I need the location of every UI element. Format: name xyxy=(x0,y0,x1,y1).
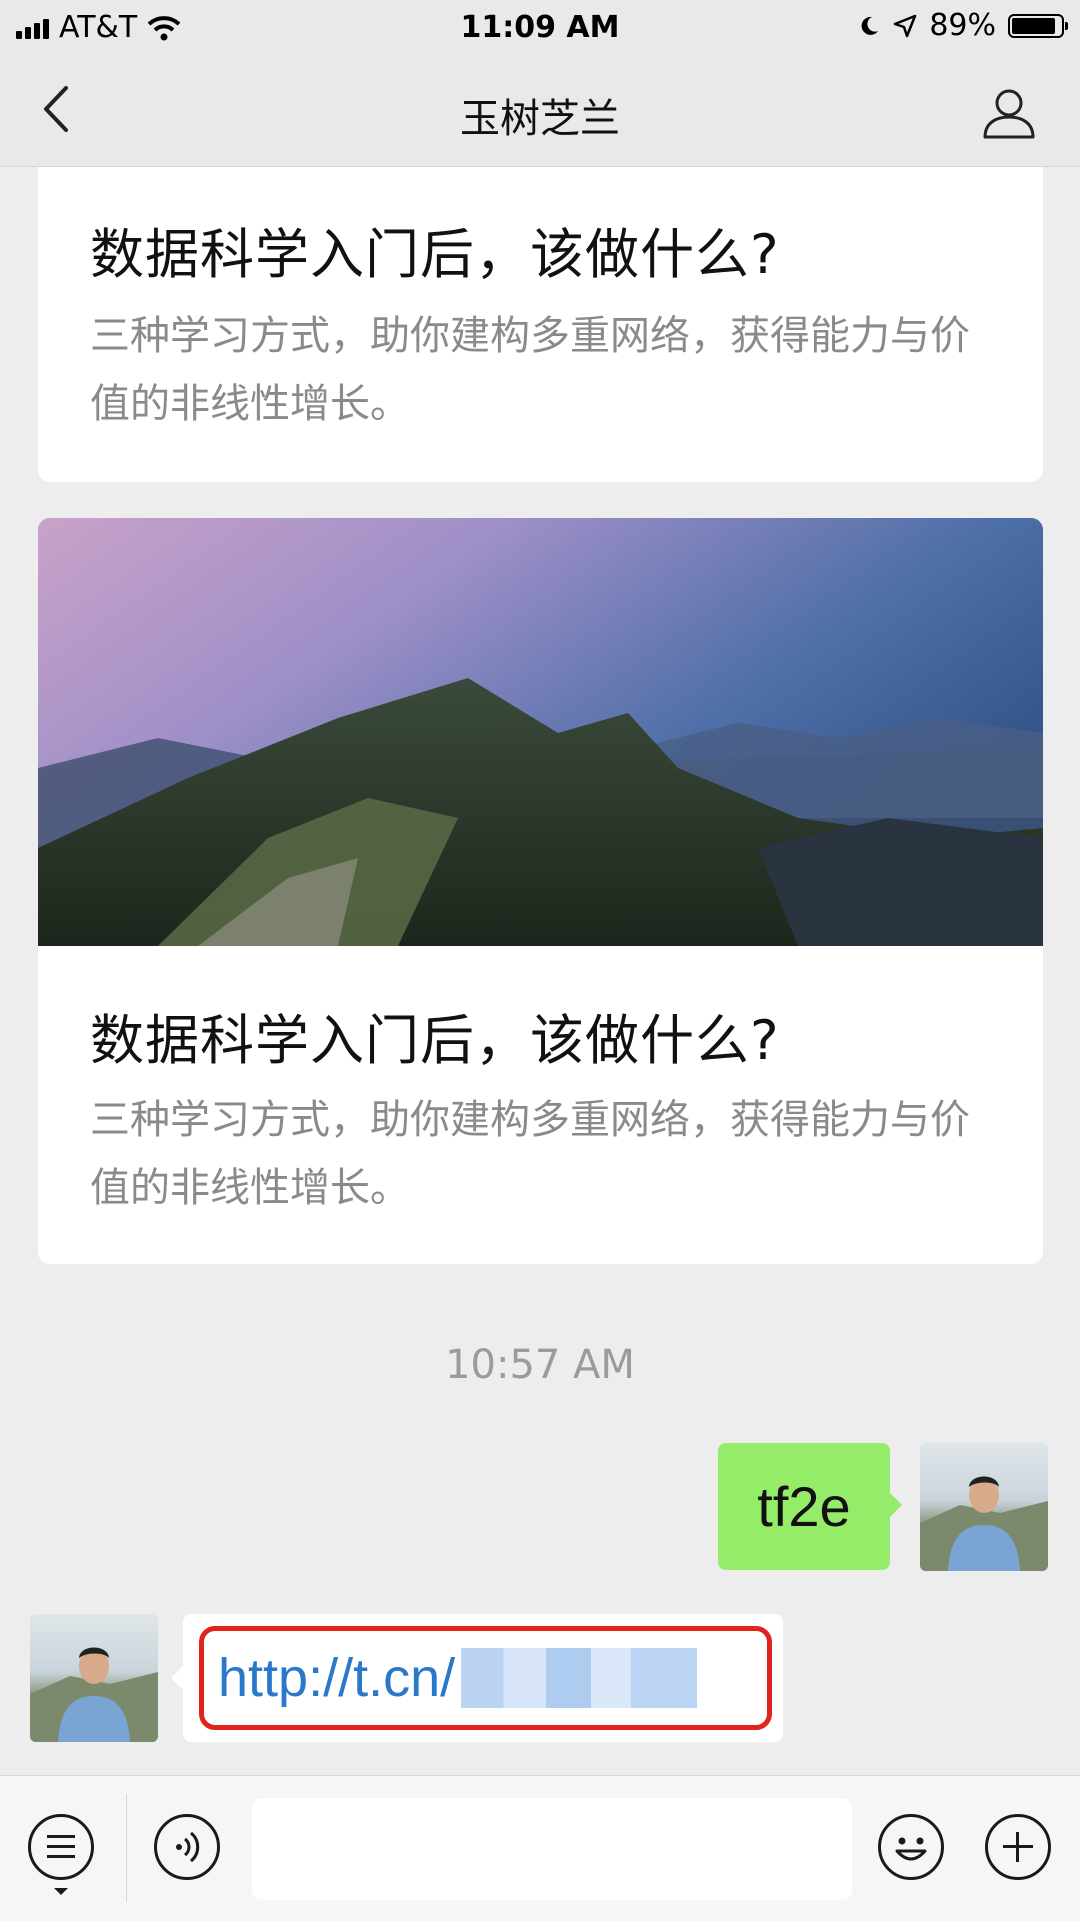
battery-percent: 89% xyxy=(929,8,996,43)
article-title: 数据科学入门后，该做什么? xyxy=(90,223,780,286)
message-input[interactable] xyxy=(252,1798,852,1900)
avatar[interactable] xyxy=(920,1443,1048,1571)
article-title: 数据科学入门后，该做什么? xyxy=(90,1009,780,1072)
caret-down-icon xyxy=(54,1888,68,1895)
article-description: 三种学习方式，助你建构多重网络，获得能力与价值的非线性增长。 xyxy=(90,313,970,427)
battery-icon xyxy=(1008,13,1068,38)
message-text: tf2e xyxy=(757,1475,851,1538)
nav-bar: 玉树芝兰 xyxy=(0,56,1080,166)
article-card[interactable]: 数据科学入门后，该做什么? 三种学习方式，助你建构多重网络，获得能力与价值的非线… xyxy=(38,150,1043,482)
smiley-face-icon xyxy=(895,1837,927,1861)
article-cover-image xyxy=(38,518,1043,946)
chat-title: 玉树芝兰 xyxy=(460,96,620,142)
moon-icon xyxy=(861,16,879,35)
mountain-illustration xyxy=(38,518,1043,946)
avatar[interactable] xyxy=(30,1614,158,1742)
battery-fill xyxy=(1012,17,1055,34)
status-right: 89% xyxy=(857,8,1068,43)
sound-waves-icon xyxy=(176,1831,200,1863)
person-icon[interactable] xyxy=(982,86,1036,140)
highlighted-link-box[interactable]: http://t.cn/ xyxy=(199,1626,772,1730)
article-description: 三种学习方式，助你建构多重网络，获得能力与价值的非线性增长。 xyxy=(90,1097,970,1211)
person-photo-icon xyxy=(30,1647,158,1742)
received-message-bubble[interactable]: http://t.cn/ xyxy=(171,1614,783,1742)
status-bar: AT&T 11:09 AM 89% xyxy=(0,0,1080,56)
input-bar xyxy=(0,1775,1080,1921)
sent-message-bubble[interactable]: tf2e xyxy=(718,1443,902,1570)
list-lines-icon xyxy=(47,1835,75,1858)
plus-icon[interactable] xyxy=(985,1814,1051,1880)
location-arrow-icon xyxy=(894,14,917,37)
message-timestamp: 10:57 AM xyxy=(445,1342,635,1388)
person-photo-icon xyxy=(920,1476,1048,1571)
emoji-icon[interactable] xyxy=(878,1814,944,1880)
voice-icon[interactable] xyxy=(154,1814,220,1880)
article-card[interactable]: 数据科学入门后，该做什么? 三种学习方式，助你建构多重网络，获得能力与价值的非线… xyxy=(38,518,1043,1264)
top-bar: AT&T 11:09 AM 89% 玉树芝兰 xyxy=(0,0,1080,167)
redacted-link-suffix xyxy=(461,1648,698,1708)
message-link[interactable]: http://t.cn/ xyxy=(218,1647,455,1709)
divider xyxy=(126,1794,127,1902)
list-menu-icon[interactable] xyxy=(28,1814,94,1880)
plus-sign-icon xyxy=(1003,1832,1033,1862)
